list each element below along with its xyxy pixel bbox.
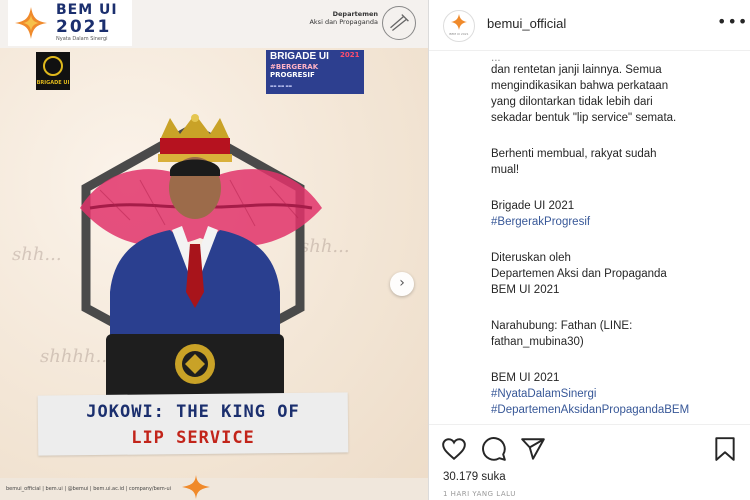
caption-line: mengindikasikan bahwa perkataan — [491, 80, 669, 92]
username-link[interactable]: bemui_official — [487, 16, 566, 31]
caption-line: fathan_mubina30) — [491, 336, 584, 348]
heart-icon[interactable] — [441, 436, 467, 462]
caption-line: dan rentetan janji lainnya. Semua — [491, 64, 662, 76]
portrait-figure — [106, 114, 284, 402]
banner-headline: JOKOWI: THE KING OF — [86, 402, 300, 422]
hashtag-link[interactable]: #DepartemenAksidanPropagandaBEM — [491, 402, 689, 418]
megaphone-emblem-icon — [382, 6, 416, 40]
background-word: shh... — [12, 244, 62, 265]
more-options-icon[interactable]: ••• — [717, 12, 748, 31]
like-count[interactable]: 30.179 suka — [443, 471, 506, 483]
post-footer-socials: bemui_official | bem.ui | @bemui | bem.u… — [6, 486, 172, 492]
caption-line: yang dilontarkan tidak lebih dari — [491, 96, 653, 108]
banner-subheadline: LIP SERVICE — [131, 428, 255, 448]
ui-badge-label: BRIGADE UI — [36, 80, 70, 86]
caption-line: Berhenti membual, rakyat sudah — [491, 148, 657, 160]
post-image[interactable]: BEM UI 2021 Nyata Dalam Sinergi Departem… — [0, 0, 428, 500]
comment-icon[interactable] — [481, 436, 507, 462]
logo-title: BEM UI — [56, 2, 118, 18]
caption-line: Diteruskan oleh — [491, 252, 571, 264]
share-icon[interactable] — [520, 436, 546, 462]
brigade-title: BRIGADE UI — [270, 51, 329, 62]
caption-line: sekadar bentuk "lip service" semata. — [491, 112, 677, 124]
caption-line: Narahubung: Fathan (LINE: — [491, 320, 633, 332]
avatar-spark-icon — [451, 14, 467, 30]
brigade-footnote: ▬▬ ▬▬ ▬▬ — [270, 84, 293, 88]
post-date: 1 HARI YANG LALU — [443, 490, 516, 498]
avatar-label: BEM UI 2021 — [449, 32, 469, 36]
chevron-right-icon[interactable]: › — [390, 272, 414, 296]
brigade-year: 2021 — [340, 51, 360, 59]
bem-spark-logo-icon — [15, 7, 47, 39]
makara-icon — [43, 56, 63, 76]
department-line1: Departemen — [332, 10, 378, 18]
logo-year: 2021 — [56, 17, 112, 37]
brigade-hashtag-2: PROGRESIF — [270, 71, 315, 79]
hashtag-link[interactable]: #NyataDalamSinergi — [491, 386, 596, 402]
hashtag-link[interactable]: #BergerakProgresif — [491, 214, 590, 230]
logo-tagline: Nyata Dalam Sinergi — [56, 36, 108, 42]
caption-line: Brigade UI 2021 — [491, 200, 575, 212]
department-label: Departemen Aksi dan Propaganda — [300, 10, 378, 26]
footer-spark-icon — [182, 475, 210, 499]
caption-line: BEM UI 2021 — [491, 284, 560, 296]
department-line2: Aksi dan Propaganda — [309, 18, 378, 26]
bookmark-icon[interactable] — [713, 436, 737, 462]
caption-line: BEM UI 2021 — [491, 372, 560, 384]
brigade-hashtag-1: #BERGERAK — [270, 63, 319, 71]
caption-line: Departemen Aksi dan Propaganda — [491, 268, 667, 280]
caption-line: mual! — [491, 164, 520, 176]
caption-scroll-area[interactable]: ... dan rentetan janji lainnya. Semua me… — [429, 50, 750, 422]
post-sidebar: BEM UI 2021 bemui_official ••• ... dan r… — [428, 0, 750, 500]
post-author-header — [429, 0, 750, 51]
